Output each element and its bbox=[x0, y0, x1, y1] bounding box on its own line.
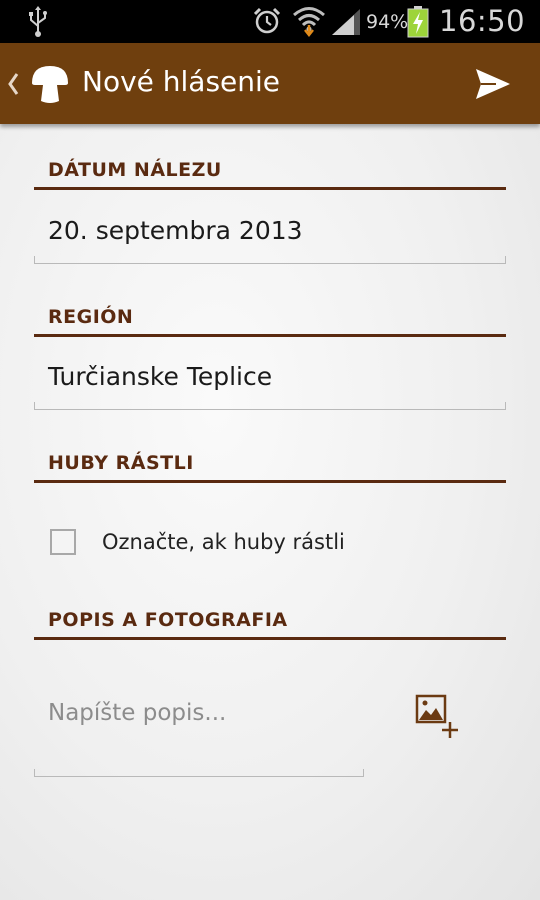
add-photo-icon[interactable] bbox=[412, 692, 464, 742]
date-value: 20. septembra 2013 bbox=[48, 216, 303, 245]
battery-charging-icon bbox=[407, 6, 429, 38]
action-bar: Nové hlásenie bbox=[0, 43, 540, 124]
signal-icon bbox=[332, 9, 360, 35]
status-bar: 94% 16:50 bbox=[0, 0, 540, 43]
clock: 16:50 bbox=[439, 4, 526, 38]
region-value: Turčianske Teplice bbox=[48, 362, 273, 391]
date-field[interactable]: 20. septembra 2013 bbox=[34, 203, 506, 264]
field-underline-tick bbox=[505, 256, 506, 264]
usb-icon bbox=[29, 6, 47, 37]
region-field[interactable]: Turčianske Teplice bbox=[34, 349, 506, 410]
send-icon[interactable] bbox=[472, 65, 512, 103]
field-underline-tick bbox=[363, 769, 364, 777]
section-label: HUBY RÁSTLI bbox=[48, 452, 194, 474]
mushroom-logo-icon bbox=[32, 66, 68, 103]
section-label: DÁTUM NÁLEZU bbox=[48, 159, 222, 181]
field-underline-tick bbox=[34, 769, 35, 777]
section-header-region: REGIÓN bbox=[34, 294, 506, 337]
section-header-date: DÁTUM NÁLEZU bbox=[34, 147, 506, 190]
alarm-icon bbox=[253, 7, 281, 34]
battery-percent: 94% bbox=[366, 11, 409, 33]
section-header-growing: HUBY RÁSTLI bbox=[34, 440, 506, 483]
up-caret-icon bbox=[8, 73, 19, 95]
page-title: Nové hlásenie bbox=[82, 65, 281, 98]
description-placeholder: Napíšte popis... bbox=[48, 700, 227, 726]
section-label: REGIÓN bbox=[48, 306, 134, 328]
field-underline-tick bbox=[34, 256, 35, 264]
growing-checkbox[interactable] bbox=[50, 529, 76, 555]
section-header-description: POPIS A FOTOGRAFIA bbox=[34, 597, 506, 640]
field-underline-tick bbox=[34, 402, 35, 410]
description-input[interactable]: Napíšte popis... bbox=[34, 680, 364, 777]
up-button[interactable] bbox=[0, 43, 80, 124]
field-underline-tick bbox=[505, 402, 506, 410]
growing-checkbox-label: Označte, ak huby rástli bbox=[102, 530, 345, 554]
section-label: POPIS A FOTOGRAFIA bbox=[48, 609, 288, 631]
wifi-icon bbox=[293, 7, 325, 37]
growing-checkbox-row[interactable]: Označte, ak huby rástli bbox=[50, 526, 470, 562]
